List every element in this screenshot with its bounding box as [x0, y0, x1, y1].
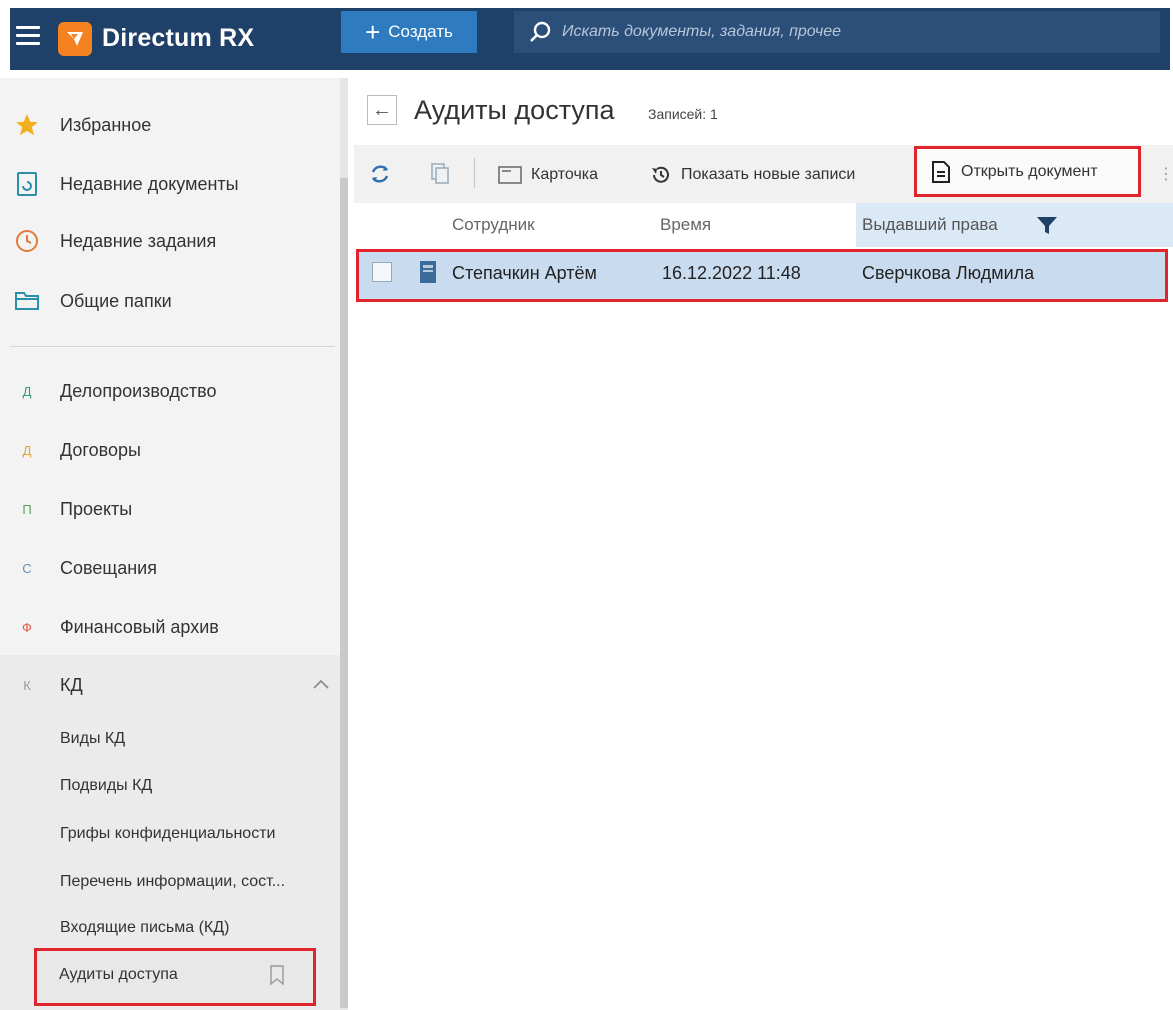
column-header-employee[interactable]: Сотрудник [452, 215, 535, 235]
sidebar-item-recent-tasks[interactable]: Недавние задания [0, 216, 340, 266]
sidebar-module-label: Делопроизводство [60, 380, 217, 401]
top-bar: Directum RX + Создать [0, 0, 1173, 78]
sidebar-scrollbar[interactable] [340, 78, 348, 1010]
clock-icon [14, 228, 40, 254]
filter-icon[interactable] [1036, 216, 1058, 236]
app-title[interactable]: Directum RX [102, 24, 254, 53]
create-button[interactable]: + Создать [341, 11, 477, 53]
card-button-label: Карточка [531, 166, 599, 183]
sidebar-module-label: Финансовый архив [60, 616, 219, 637]
back-button[interactable]: ← [367, 95, 397, 125]
more-menu-icon[interactable]: ⋮ [1158, 164, 1173, 184]
sidebar-module-label: КД [60, 674, 83, 695]
cell-employee: Степачкин Артём [452, 263, 597, 283]
sidebar-item-recent-documents[interactable]: Недавние документы [0, 159, 340, 209]
sidebar-item-shared-folders[interactable]: Общие папки [0, 276, 340, 326]
sidebar-item-label: Недавние задания [60, 230, 217, 251]
global-search[interactable] [514, 11, 1160, 53]
sidebar-scrollbar-thumb[interactable] [340, 178, 348, 1008]
sidebar-item-label: Недавние документы [60, 173, 239, 194]
sidebar-module-meetings[interactable]: С Совещания [0, 543, 340, 593]
sidebar-item-label: Избранное [60, 114, 152, 135]
page-title: Аудиты доступа [414, 95, 615, 125]
history-icon [652, 166, 669, 183]
module-letter-badge: С [22, 560, 32, 576]
search-icon [530, 21, 551, 42]
row-checkbox[interactable] [372, 262, 392, 282]
document-icon [932, 160, 950, 183]
sidebar-module-label: Совещания [60, 557, 157, 578]
arrow-left-icon: ← [372, 98, 392, 121]
sidebar-subitem-confidentiality-labels[interactable]: Грифы конфиденциальности [60, 825, 275, 843]
sidebar-subitem-kd-subtypes[interactable]: Подвиды КД [60, 777, 152, 795]
module-letter-badge: Ф [22, 619, 32, 635]
search-input[interactable] [562, 23, 1142, 41]
records-count: Записей: 1 [648, 106, 718, 122]
open-document-button[interactable]: Открыть документ [914, 146, 1141, 197]
module-letter-badge: П [22, 501, 32, 517]
module-letter-badge: К [23, 677, 31, 693]
sidebar-module-records-management[interactable]: Д Делопроизводство [0, 366, 340, 416]
show-new-records-button[interactable]: Показать новые записи [649, 158, 855, 192]
sidebar-module-contracts[interactable]: Д Договоры [0, 425, 340, 475]
sidebar-subitem-kd-types[interactable]: Виды КД [60, 730, 125, 748]
chevron-up-icon[interactable] [312, 678, 330, 690]
star-icon [14, 112, 40, 138]
card-icon [498, 166, 522, 184]
sidebar-module-projects[interactable]: П Проекты [0, 484, 340, 534]
module-letter-badge: Д [22, 442, 32, 458]
create-button-label: Создать [388, 22, 453, 41]
sidebar-module-label: Проекты [60, 498, 133, 519]
sidebar-subitem-label: Аудиты доступа [59, 966, 178, 983]
folder-icon [14, 288, 40, 314]
module-letter-badge: Д [22, 383, 32, 399]
document-row-icon [420, 261, 436, 283]
open-document-label: Открыть документ [961, 162, 1098, 180]
card-button[interactable]: Карточка [497, 158, 598, 192]
show-new-records-label: Показать новые записи [681, 166, 856, 183]
sidebar-divider [10, 346, 335, 347]
toolbar-separator [474, 158, 475, 188]
plus-icon: + [365, 17, 381, 47]
cell-granted-by: Сверчкова Людмила [862, 263, 1035, 283]
sidebar-module-kd[interactable]: К КД [0, 660, 340, 710]
column-header-time[interactable]: Время [660, 215, 711, 235]
directum-logo-icon [58, 22, 92, 56]
copy-icon[interactable] [426, 160, 454, 188]
recent-documents-icon [14, 171, 40, 197]
sidebar-subitem-information-list[interactable]: Перечень информации, сост... [60, 873, 285, 891]
cell-time: 16.12.2022 11:48 [662, 263, 801, 283]
bookmark-icon[interactable] [269, 964, 285, 986]
sidebar-module-label: Договоры [60, 439, 141, 460]
sidebar-module-financial-archive[interactable]: Ф Финансовый архив [0, 602, 340, 652]
hamburger-menu-icon[interactable] [16, 26, 40, 48]
sidebar-item-label: Общие папки [60, 290, 172, 311]
column-header-granted-by[interactable]: Выдавший права [862, 215, 998, 235]
refresh-icon[interactable] [366, 160, 394, 188]
sidebar-item-favorites[interactable]: Избранное [0, 100, 340, 150]
sidebar-subitem-access-audits[interactable]: Аудиты доступа [34, 948, 316, 1006]
sidebar-subitem-incoming-letters[interactable]: Входящие письма (КД) [60, 919, 229, 937]
